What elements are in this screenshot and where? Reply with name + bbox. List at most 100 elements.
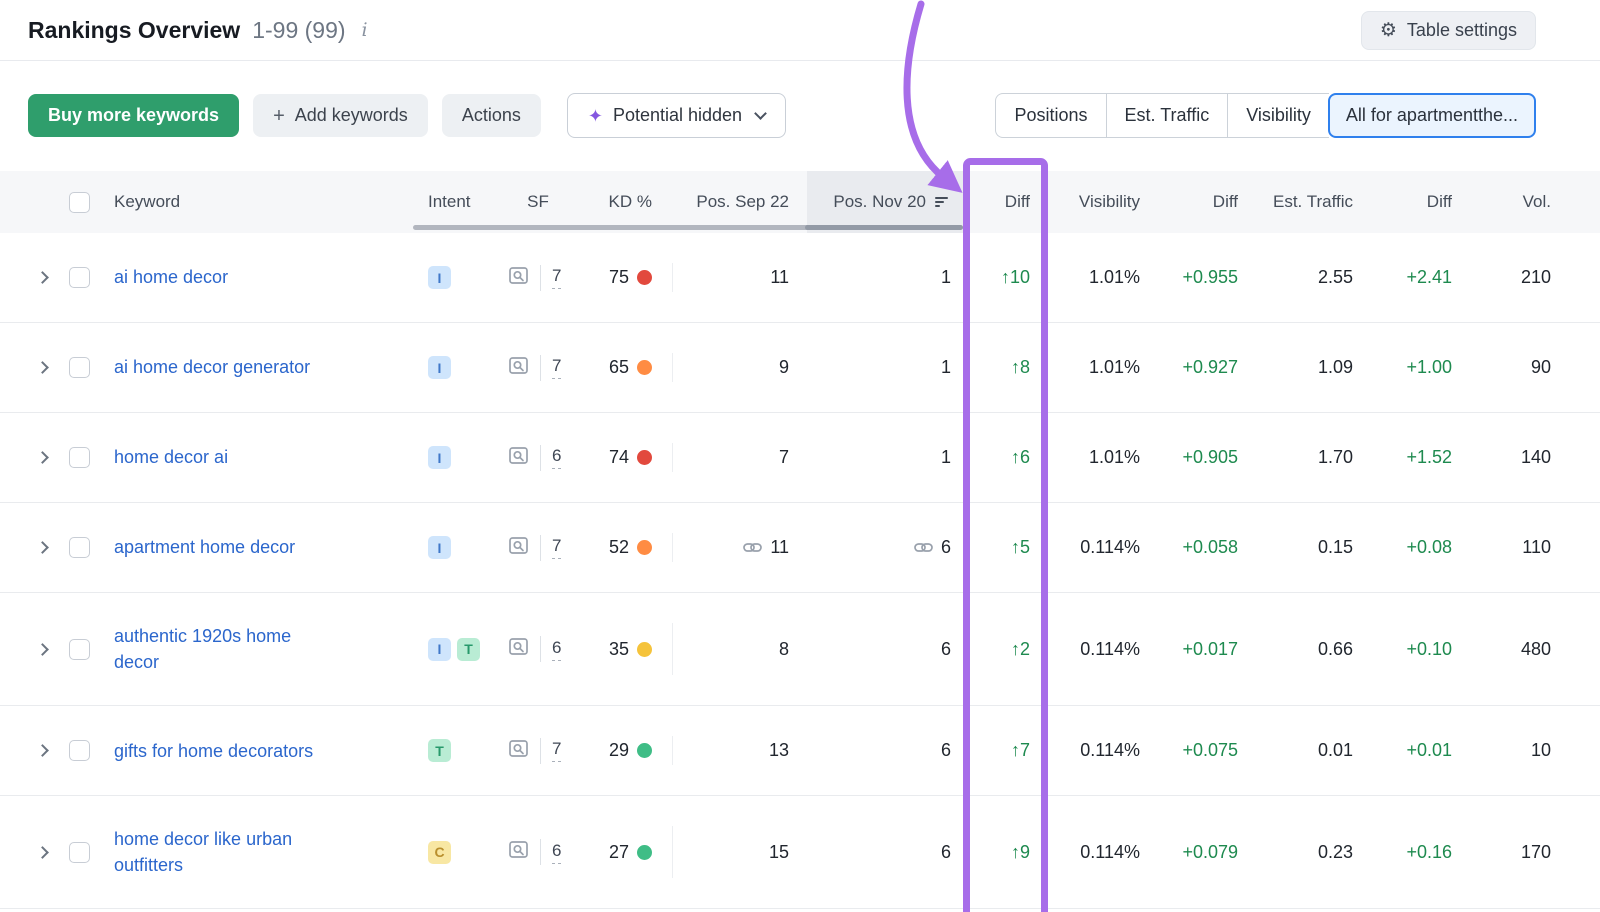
- checkbox-cell: [62, 447, 104, 468]
- keyword-link[interactable]: gifts for home decorators: [114, 738, 313, 764]
- sf-cell: 6: [494, 839, 582, 865]
- kd-difficulty-dot: [637, 360, 652, 375]
- col-kd[interactable]: KD %: [582, 171, 672, 233]
- sf-count[interactable]: 7: [552, 739, 561, 762]
- row-checkbox[interactable]: [69, 267, 90, 288]
- pos-nov-cell: 1: [807, 267, 965, 288]
- expand-chevron-icon[interactable]: [36, 643, 49, 656]
- sf-count[interactable]: 7: [552, 356, 561, 379]
- keyword-link[interactable]: home decor like urban outfitters: [114, 826, 292, 878]
- pos-sep-value: 13: [769, 740, 789, 761]
- visibility-value: 0.114%: [1050, 740, 1150, 761]
- volume-value: 480: [1465, 639, 1563, 660]
- pos-diff-value: ↑6: [965, 447, 1050, 468]
- segment-all-for-apartmentthe[interactable]: All for apartmentthe...: [1328, 93, 1536, 138]
- intent-badge-i: I: [428, 446, 451, 469]
- expand-chevron-icon[interactable]: [36, 846, 49, 859]
- sf-count[interactable]: 6: [552, 638, 561, 661]
- keyword-link[interactable]: authentic 1920s home decor: [114, 623, 291, 675]
- visibility-diff-value: +0.058: [1150, 537, 1250, 558]
- col-volume[interactable]: Vol.: [1465, 171, 1563, 233]
- sf-count[interactable]: 7: [552, 266, 561, 289]
- traffic-diff-value: +0.08: [1365, 537, 1465, 558]
- visibility-diff-value: +0.017: [1150, 639, 1250, 660]
- pos-diff-value: ↑9: [965, 842, 1050, 863]
- expand-cell: [28, 848, 62, 857]
- col-keyword[interactable]: Keyword: [104, 171, 416, 233]
- page-title: Rankings Overview: [28, 17, 240, 44]
- row-checkbox[interactable]: [69, 639, 90, 660]
- traffic-diff-value: +1.52: [1365, 447, 1465, 468]
- pos-diff-value: ↑7: [965, 740, 1050, 761]
- kd-value: 29: [609, 740, 629, 761]
- row-checkbox[interactable]: [69, 357, 90, 378]
- table-settings-label: Table settings: [1407, 20, 1517, 41]
- pos-nov-value: 6: [941, 639, 951, 660]
- col-pos-sep-22[interactable]: Pos. Sep 22: [672, 171, 807, 233]
- table-horizontal-scrollbar-thumb[interactable]: [805, 225, 963, 230]
- col-est-traffic[interactable]: Est. Traffic: [1250, 171, 1365, 233]
- kd-difficulty-dot: [637, 743, 652, 758]
- keyword-link[interactable]: ai home decor generator: [114, 354, 310, 380]
- expand-chevron-icon[interactable]: [36, 744, 49, 757]
- volume-value: 170: [1465, 842, 1563, 863]
- pos-diff-value: ↑10: [965, 267, 1050, 288]
- visibility-value: 0.114%: [1050, 639, 1150, 660]
- pos-sep-value: 15: [769, 842, 789, 863]
- sf-count[interactable]: 6: [552, 446, 561, 469]
- table-row: ai home decor I 7 75: [0, 233, 1600, 323]
- expand-chevron-icon[interactable]: [36, 541, 49, 554]
- table-row: home decor ai I 6 74: [0, 413, 1600, 503]
- rankings-table: Keyword Intent SF KD % Pos. Sep 22 Pos. …: [0, 171, 1600, 909]
- intent-badge-t: T: [457, 638, 480, 661]
- segment-positions[interactable]: Positions: [995, 93, 1105, 138]
- select-all-checkbox[interactable]: [69, 192, 90, 213]
- kd-cell: 74: [582, 447, 672, 468]
- visibility-value: 0.114%: [1050, 537, 1150, 558]
- table-settings-button[interactable]: ⚙ Table settings: [1361, 11, 1536, 50]
- divider: [540, 738, 541, 764]
- potential-hidden-dropdown[interactable]: ✦ Potential hidden: [567, 93, 786, 138]
- add-keywords-label: Add keywords: [295, 105, 408, 126]
- row-checkbox[interactable]: [69, 842, 90, 863]
- col-visibility-diff[interactable]: Diff: [1150, 171, 1250, 233]
- checkbox-cell: [62, 740, 104, 761]
- segment-est-traffic[interactable]: Est. Traffic: [1106, 93, 1228, 138]
- expand-chevron-icon[interactable]: [36, 271, 49, 284]
- divider: [540, 839, 541, 865]
- col-pos-diff[interactable]: Diff: [965, 171, 1050, 233]
- pos-nov-cell: 6: [807, 740, 965, 761]
- row-checkbox[interactable]: [69, 740, 90, 761]
- buy-more-keywords-button[interactable]: Buy more keywords: [28, 94, 239, 137]
- pos-sep-cell: 11: [672, 263, 807, 292]
- pos-nov-cell: 1: [807, 447, 965, 468]
- kd-value: 52: [609, 537, 629, 558]
- sf-count[interactable]: 6: [552, 841, 561, 864]
- kd-cell: 27: [582, 842, 672, 863]
- col-traffic-diff[interactable]: Diff: [1365, 171, 1465, 233]
- actions-button[interactable]: Actions: [442, 94, 541, 137]
- divider: [540, 535, 541, 561]
- row-checkbox[interactable]: [69, 537, 90, 558]
- add-keywords-button[interactable]: + Add keywords: [253, 94, 428, 137]
- keyword-link[interactable]: apartment home decor: [114, 534, 295, 560]
- kd-cell: 65: [582, 357, 672, 378]
- sf-cell: 6: [494, 636, 582, 662]
- expand-chevron-icon[interactable]: [36, 361, 49, 374]
- sf-count[interactable]: 7: [552, 536, 561, 559]
- col-intent[interactable]: Intent: [416, 171, 494, 233]
- col-pos-nov-20[interactable]: Pos. Nov 20: [807, 171, 965, 233]
- col-visibility[interactable]: Visibility: [1050, 171, 1150, 233]
- segment-visibility[interactable]: Visibility: [1227, 93, 1329, 138]
- keyword-link[interactable]: home decor ai: [114, 444, 228, 470]
- volume-value: 140: [1465, 447, 1563, 468]
- checkbox-cell: [62, 842, 104, 863]
- expand-chevron-icon[interactable]: [36, 451, 49, 464]
- info-icon[interactable]: i: [362, 19, 368, 41]
- col-sf[interactable]: SF: [494, 171, 582, 233]
- intent-badge-c: C: [428, 841, 451, 864]
- keyword-link[interactable]: ai home decor: [114, 264, 228, 290]
- pos-sep-cell: 9: [672, 353, 807, 382]
- intent-badges: I: [416, 266, 494, 289]
- row-checkbox[interactable]: [69, 447, 90, 468]
